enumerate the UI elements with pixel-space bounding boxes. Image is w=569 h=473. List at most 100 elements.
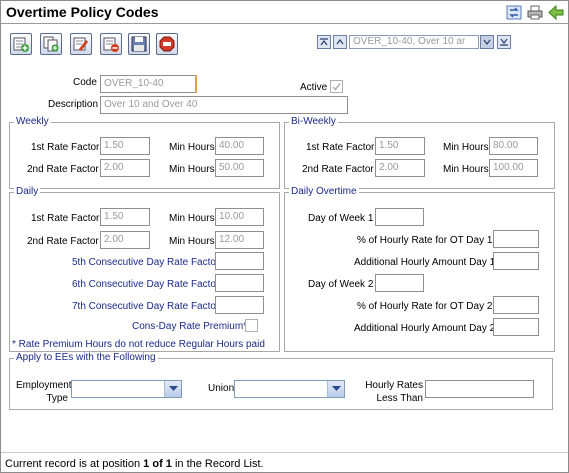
union-select[interactable] [234,380,345,398]
chevron-down-icon [169,386,178,391]
weekly-min2-field[interactable]: 50.00 [215,159,264,177]
edit-icon [73,37,88,51]
last-record-icon [500,38,508,46]
dow2-label: Day of Week 2 [308,279,374,290]
add2-field[interactable] [493,318,539,336]
chevron-down-icon [483,39,491,45]
pct1-label: % of Hourly Rate for OT Day 1 [357,235,493,246]
code-field[interactable]: OVER_10-40 [100,75,197,93]
employment-type-select[interactable] [71,380,182,398]
active-checkbox[interactable] [330,80,343,93]
page-title: Overtime Policy Codes [6,4,159,20]
biweekly-min1-label: Min Hours [443,142,489,153]
first-record-button[interactable] [317,35,331,49]
seventh-consecutive-label: 7th Consecutive Day Rate Factor [72,301,220,312]
biweekly-min2-field[interactable]: 100.00 [489,159,538,177]
add2-label: Additional Hourly Amount Day 2 [354,323,496,334]
record-select-dropdown[interactable] [480,35,494,49]
weekly-group: Weekly [9,116,280,189]
back-arrow-icon[interactable] [548,4,564,21]
active-label: Active [300,82,328,93]
hourly-label-1: Hourly Rates [365,380,423,391]
daily-overtime-legend: Daily Overtime [289,186,359,197]
daily-rate1-label: 1st Rate Factor [31,213,100,224]
chevron-down-icon [332,386,341,391]
daily-min1-label: Min Hours [169,213,215,224]
employment-label-1: Employment [16,380,72,391]
weekly-rate1-label: 1st Rate Factor [31,142,100,153]
record-select[interactable]: OVER_10-40, Over 10 ar [349,35,479,49]
sixth-consecutive-label: 6th Consecutive Day Rate Factor [72,279,220,290]
weekly-rate1-field[interactable]: 1.50 [100,137,150,155]
union-label: Union [208,383,235,394]
daily-min2-label: Min Hours [169,236,215,247]
daily-rate2-field[interactable]: 2.00 [100,231,150,249]
sixth-consecutive-field[interactable] [215,274,264,292]
hourly-rates-field[interactable] [425,380,534,398]
employment-label-2: Type [46,393,68,404]
daily-min1-field[interactable]: 10.00 [215,208,264,226]
delete-record-button[interactable] [100,33,122,55]
add1-label: Additional Hourly Amount Day 1 [354,257,496,268]
rate-premium-note: * Rate Premium Hours do not reduce Regul… [12,339,265,350]
daily-rate2-label: 2nd Rate Factor [27,236,99,247]
first-record-icon [320,38,328,46]
save-icon [131,36,147,52]
biweekly-group: Bi-Weekly [284,116,555,189]
fifth-consecutive-label: 5th Consecutive Day Rate Factor [72,257,220,268]
biweekly-min2-label: Min Hours [443,164,489,175]
code-label: Code [73,77,97,88]
title-bar: Overtime Policy Codes [1,1,568,24]
weekly-min1-label: Min Hours [169,142,215,153]
weekly-min1-field[interactable]: 40.00 [215,137,264,155]
copy-record-button[interactable] [40,33,62,55]
status-position: 1 of 1 [143,458,172,470]
fifth-consecutive-field[interactable] [215,252,264,270]
seventh-consecutive-field[interactable] [215,296,264,314]
add1-field[interactable] [493,252,539,270]
dow1-field[interactable] [375,208,424,226]
description-label: Description [48,99,99,110]
pct1-field[interactable] [493,230,539,248]
previous-record-button[interactable] [333,35,347,49]
dow1-label: Day of Week 1 [308,213,374,224]
biweekly-legend: Bi-Weekly [289,116,338,127]
description-field[interactable]: Over 10 and Over 40 [100,96,348,114]
biweekly-rate1-field[interactable]: 1.50 [375,137,425,155]
save-button[interactable] [128,33,150,55]
status-bar: Current record is at position 1 of 1 in … [5,458,264,470]
add-icon [13,37,29,52]
cons-premium-label: Cons-Day Rate Premium* [132,321,248,332]
biweekly-rate2-label: 2nd Rate Factor [302,164,374,175]
weekly-legend: Weekly [14,116,51,127]
apply-legend: Apply to EEs with the Following [14,352,158,363]
dow2-field[interactable] [375,274,424,292]
status-suffix: in the Record List. [171,458,264,470]
daily-min2-field[interactable]: 12.00 [215,231,264,249]
copy-icon [43,36,59,52]
stop-button[interactable] [156,33,178,55]
hourly-label-2: Less Than [376,393,423,404]
add-record-button[interactable] [10,33,32,55]
cons-premium-checkbox[interactable] [245,319,258,332]
pct2-label: % of Hourly Rate for OT Day 2 [357,301,493,312]
delete-icon [103,37,119,52]
print-icon[interactable] [527,5,543,20]
biweekly-rate2-field[interactable]: 2.00 [375,159,425,177]
checkmark-icon [332,83,341,91]
stop-icon [159,36,175,52]
weekly-rate2-field[interactable]: 2.00 [100,159,150,177]
weekly-rate2-label: 2nd Rate Factor [27,164,99,175]
last-record-button[interactable] [497,35,511,49]
biweekly-min1-field[interactable]: 80.00 [489,137,538,155]
refresh-icon[interactable] [506,5,522,20]
daily-rate1-field[interactable]: 1.50 [100,208,150,226]
pct2-field[interactable] [493,296,539,314]
daily-legend: Daily [14,186,41,197]
biweekly-rate1-label: 1st Rate Factor [306,142,375,153]
chevron-up-icon [336,39,344,45]
edit-record-button[interactable] [70,33,92,55]
weekly-min2-label: Min Hours [169,164,215,175]
status-prefix: Current record is at position [5,458,144,470]
status-separator [1,452,568,453]
